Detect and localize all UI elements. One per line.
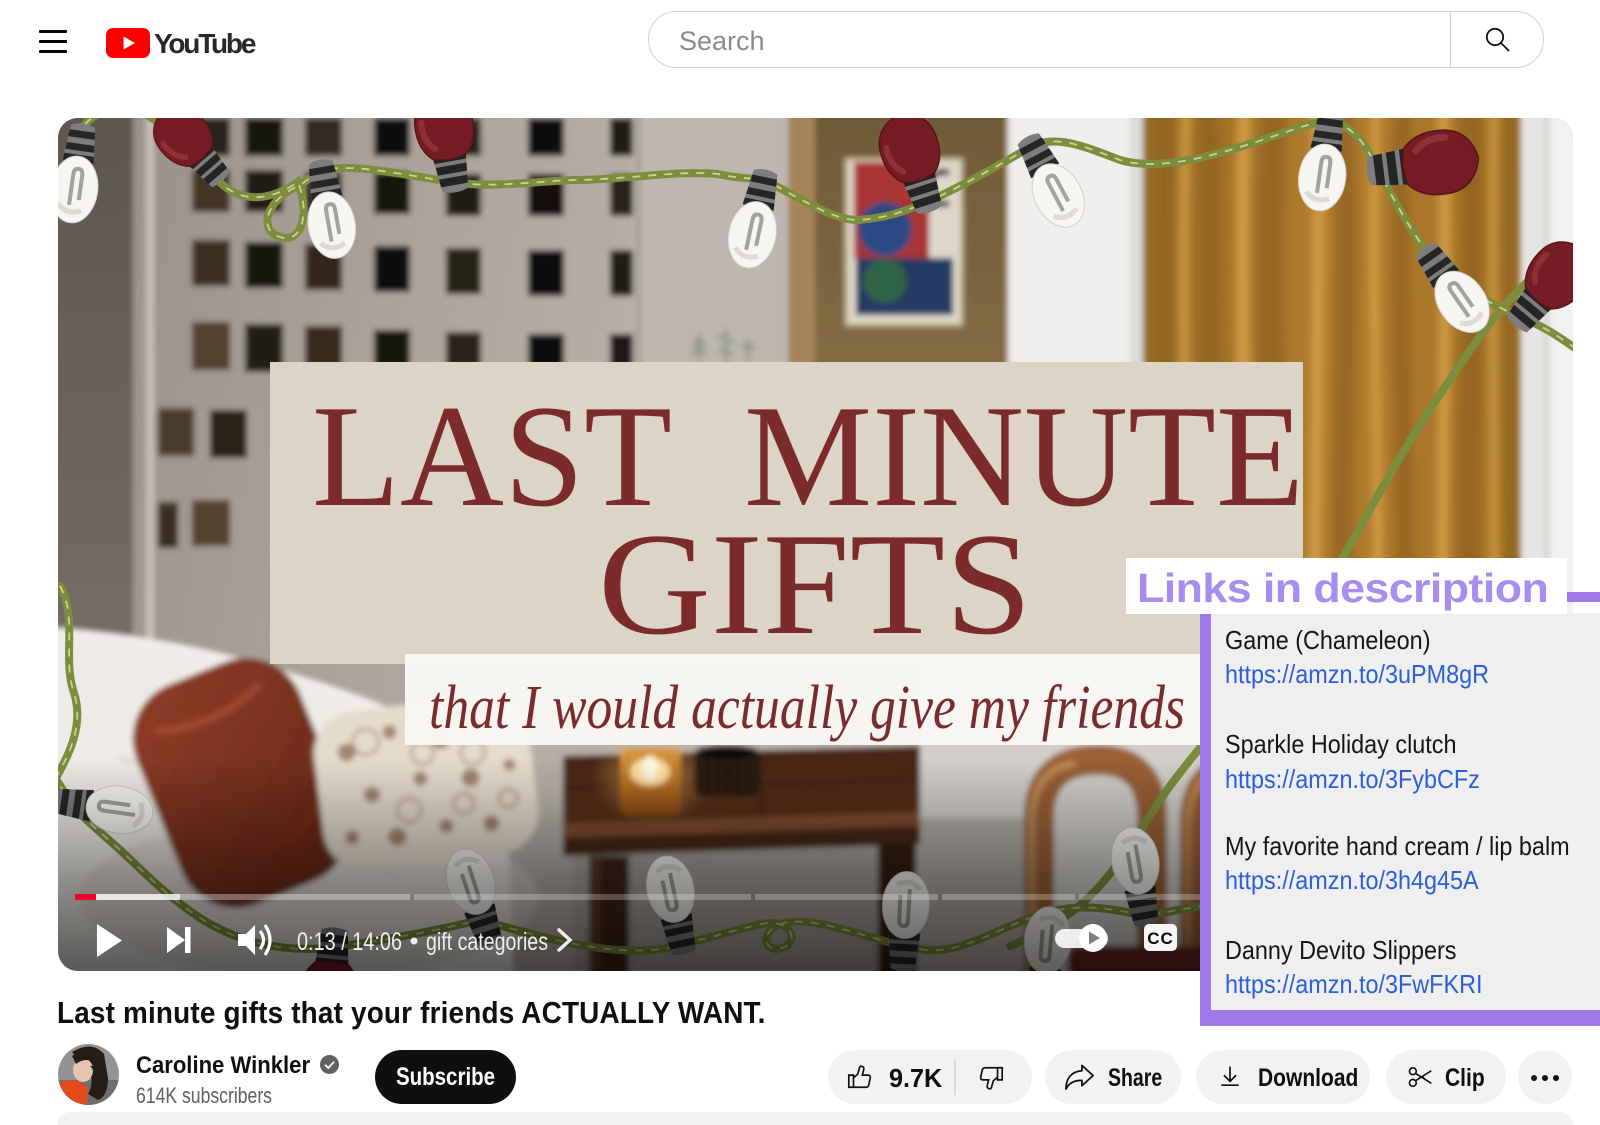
svg-text:CC: CC [1147,929,1174,948]
svg-text:gift categories: gift categories [426,928,548,956]
svg-text:0:13 / 14:06: 0:13 / 14:06 [297,928,402,956]
svg-text:GIFTS: GIFTS [598,503,1032,665]
svg-text:that I would actually give my: that I would actually give my friends [429,674,1185,742]
